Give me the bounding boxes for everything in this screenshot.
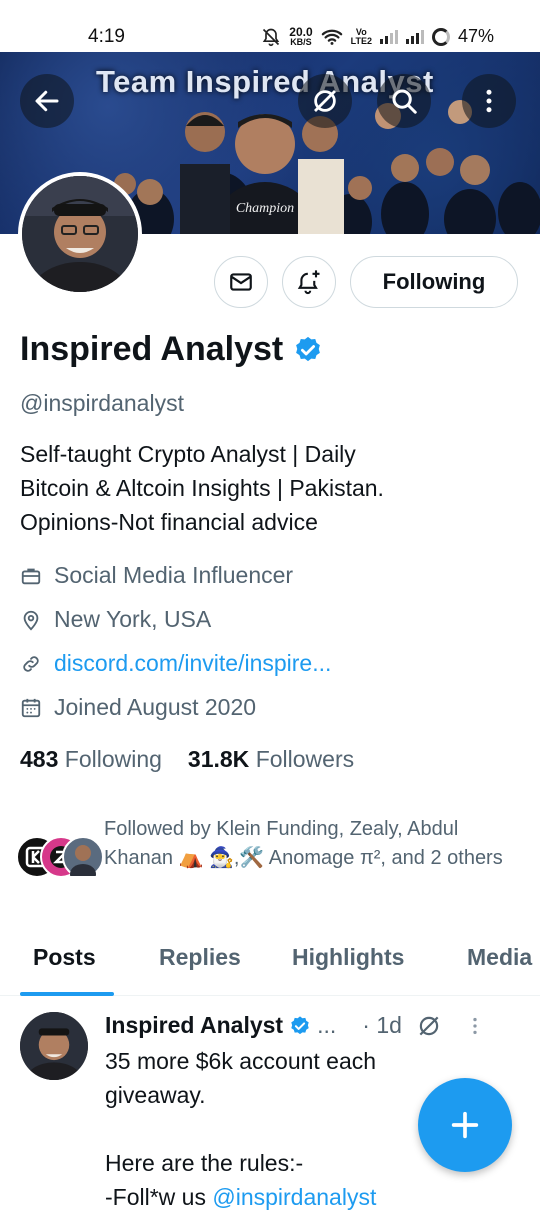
bio-line: Bitcoin & Altcoin Insights | Pakistan.	[20, 475, 384, 501]
status-bar: 4:19 20.0 KB/S Vo LTE2 47%	[0, 0, 540, 52]
tab-posts[interactable]: Posts	[33, 944, 96, 971]
bio-line: Self-taught Crypto Analyst | Daily	[20, 441, 356, 467]
signal-icon-1	[379, 29, 398, 44]
profile-website[interactable]: discord.com/invite/inspire...	[20, 650, 331, 677]
briefcase-icon	[21, 568, 41, 584]
message-button[interactable]	[214, 256, 268, 308]
verified-badge-icon[interactable]	[293, 335, 323, 365]
location-pin-icon	[23, 610, 39, 630]
status-icons: 20.0 KB/S Vo LTE2 47%	[261, 26, 494, 47]
link-icon	[23, 655, 39, 672]
bell-plus-icon	[297, 270, 320, 295]
followers-count[interactable]: 31.8K Followers	[188, 746, 354, 773]
post-mention-link[interactable]: @inspirdanalyst	[212, 1184, 376, 1210]
search-icon	[392, 89, 417, 114]
grok-button[interactable]	[298, 74, 352, 128]
grok-icon	[314, 90, 336, 112]
tab-highlights[interactable]: Highlights	[292, 944, 404, 971]
profile-avatar[interactable]	[18, 172, 142, 296]
profile-handle: @inspirdanalyst	[20, 390, 184, 416]
mute-bell-icon	[263, 28, 280, 46]
post-handle-truncated: ...	[317, 1012, 337, 1038]
follower-avatar-abdul	[62, 836, 104, 884]
post-time: · 1d	[362, 1012, 402, 1038]
network-speed: 20.0 KB/S	[289, 25, 313, 47]
battery-icon	[431, 27, 450, 46]
follow-counts: 483 Following 31.8K Followers	[20, 746, 354, 773]
notifications-button[interactable]	[282, 256, 336, 308]
plus-icon	[451, 1111, 479, 1139]
profile-tabs: Posts Replies Highlights Media	[0, 938, 540, 996]
grok-icon[interactable]	[416, 1013, 442, 1039]
compose-post-button[interactable]	[418, 1078, 512, 1172]
profile-category: Social Media Influencer	[20, 562, 293, 589]
post-author-avatar[interactable]	[20, 1012, 88, 1080]
verified-badge-icon	[291, 1015, 309, 1034]
post-header: Inspired Analyst ... · 1d	[105, 1012, 486, 1039]
profile-joined: Joined August 2020	[20, 694, 256, 721]
tab-replies[interactable]: Replies	[159, 944, 241, 971]
more-vertical-icon	[486, 89, 492, 113]
post-more-icon[interactable]	[464, 1015, 486, 1037]
svg-text:Champion: Champion	[236, 201, 294, 216]
wifi-icon	[321, 29, 342, 45]
post-author-name[interactable]: Inspired Analyst	[105, 1012, 283, 1039]
followed-by-text[interactable]: Followed by Klein Funding, Zealy, Abdul …	[104, 815, 514, 873]
website-link[interactable]: discord.com/invite/inspire...	[54, 650, 331, 677]
active-tab-indicator	[20, 992, 114, 996]
status-time: 4:19	[88, 26, 125, 47]
mail-icon	[230, 273, 252, 291]
following-count[interactable]: 483 Following	[20, 746, 162, 773]
more-options-button[interactable]	[462, 74, 516, 128]
arrow-left-icon	[35, 90, 59, 112]
search-button[interactable]	[377, 74, 431, 128]
profile-bio: Self-taught Crypto Analyst | Daily Bitco…	[20, 437, 520, 539]
avatar-photo	[22, 176, 138, 292]
tab-media[interactable]: Media	[467, 944, 532, 971]
profile-location: New York, USA	[20, 606, 211, 633]
signal-icon-2	[405, 29, 424, 44]
following-button[interactable]: Following	[350, 256, 518, 308]
calendar-icon	[21, 698, 41, 717]
volte-indicator: Vo LTE2	[350, 26, 372, 46]
back-button[interactable]	[20, 74, 74, 128]
profile-name: Inspired Analyst	[20, 330, 284, 368]
battery-percent: 47%	[457, 26, 494, 46]
bio-line: Opinions-Not financial advice	[20, 509, 318, 535]
post-text[interactable]: 35 more $6k account each giveaway. Here …	[105, 1044, 435, 1214]
profile-name-row: Inspired Analyst	[20, 330, 323, 369]
